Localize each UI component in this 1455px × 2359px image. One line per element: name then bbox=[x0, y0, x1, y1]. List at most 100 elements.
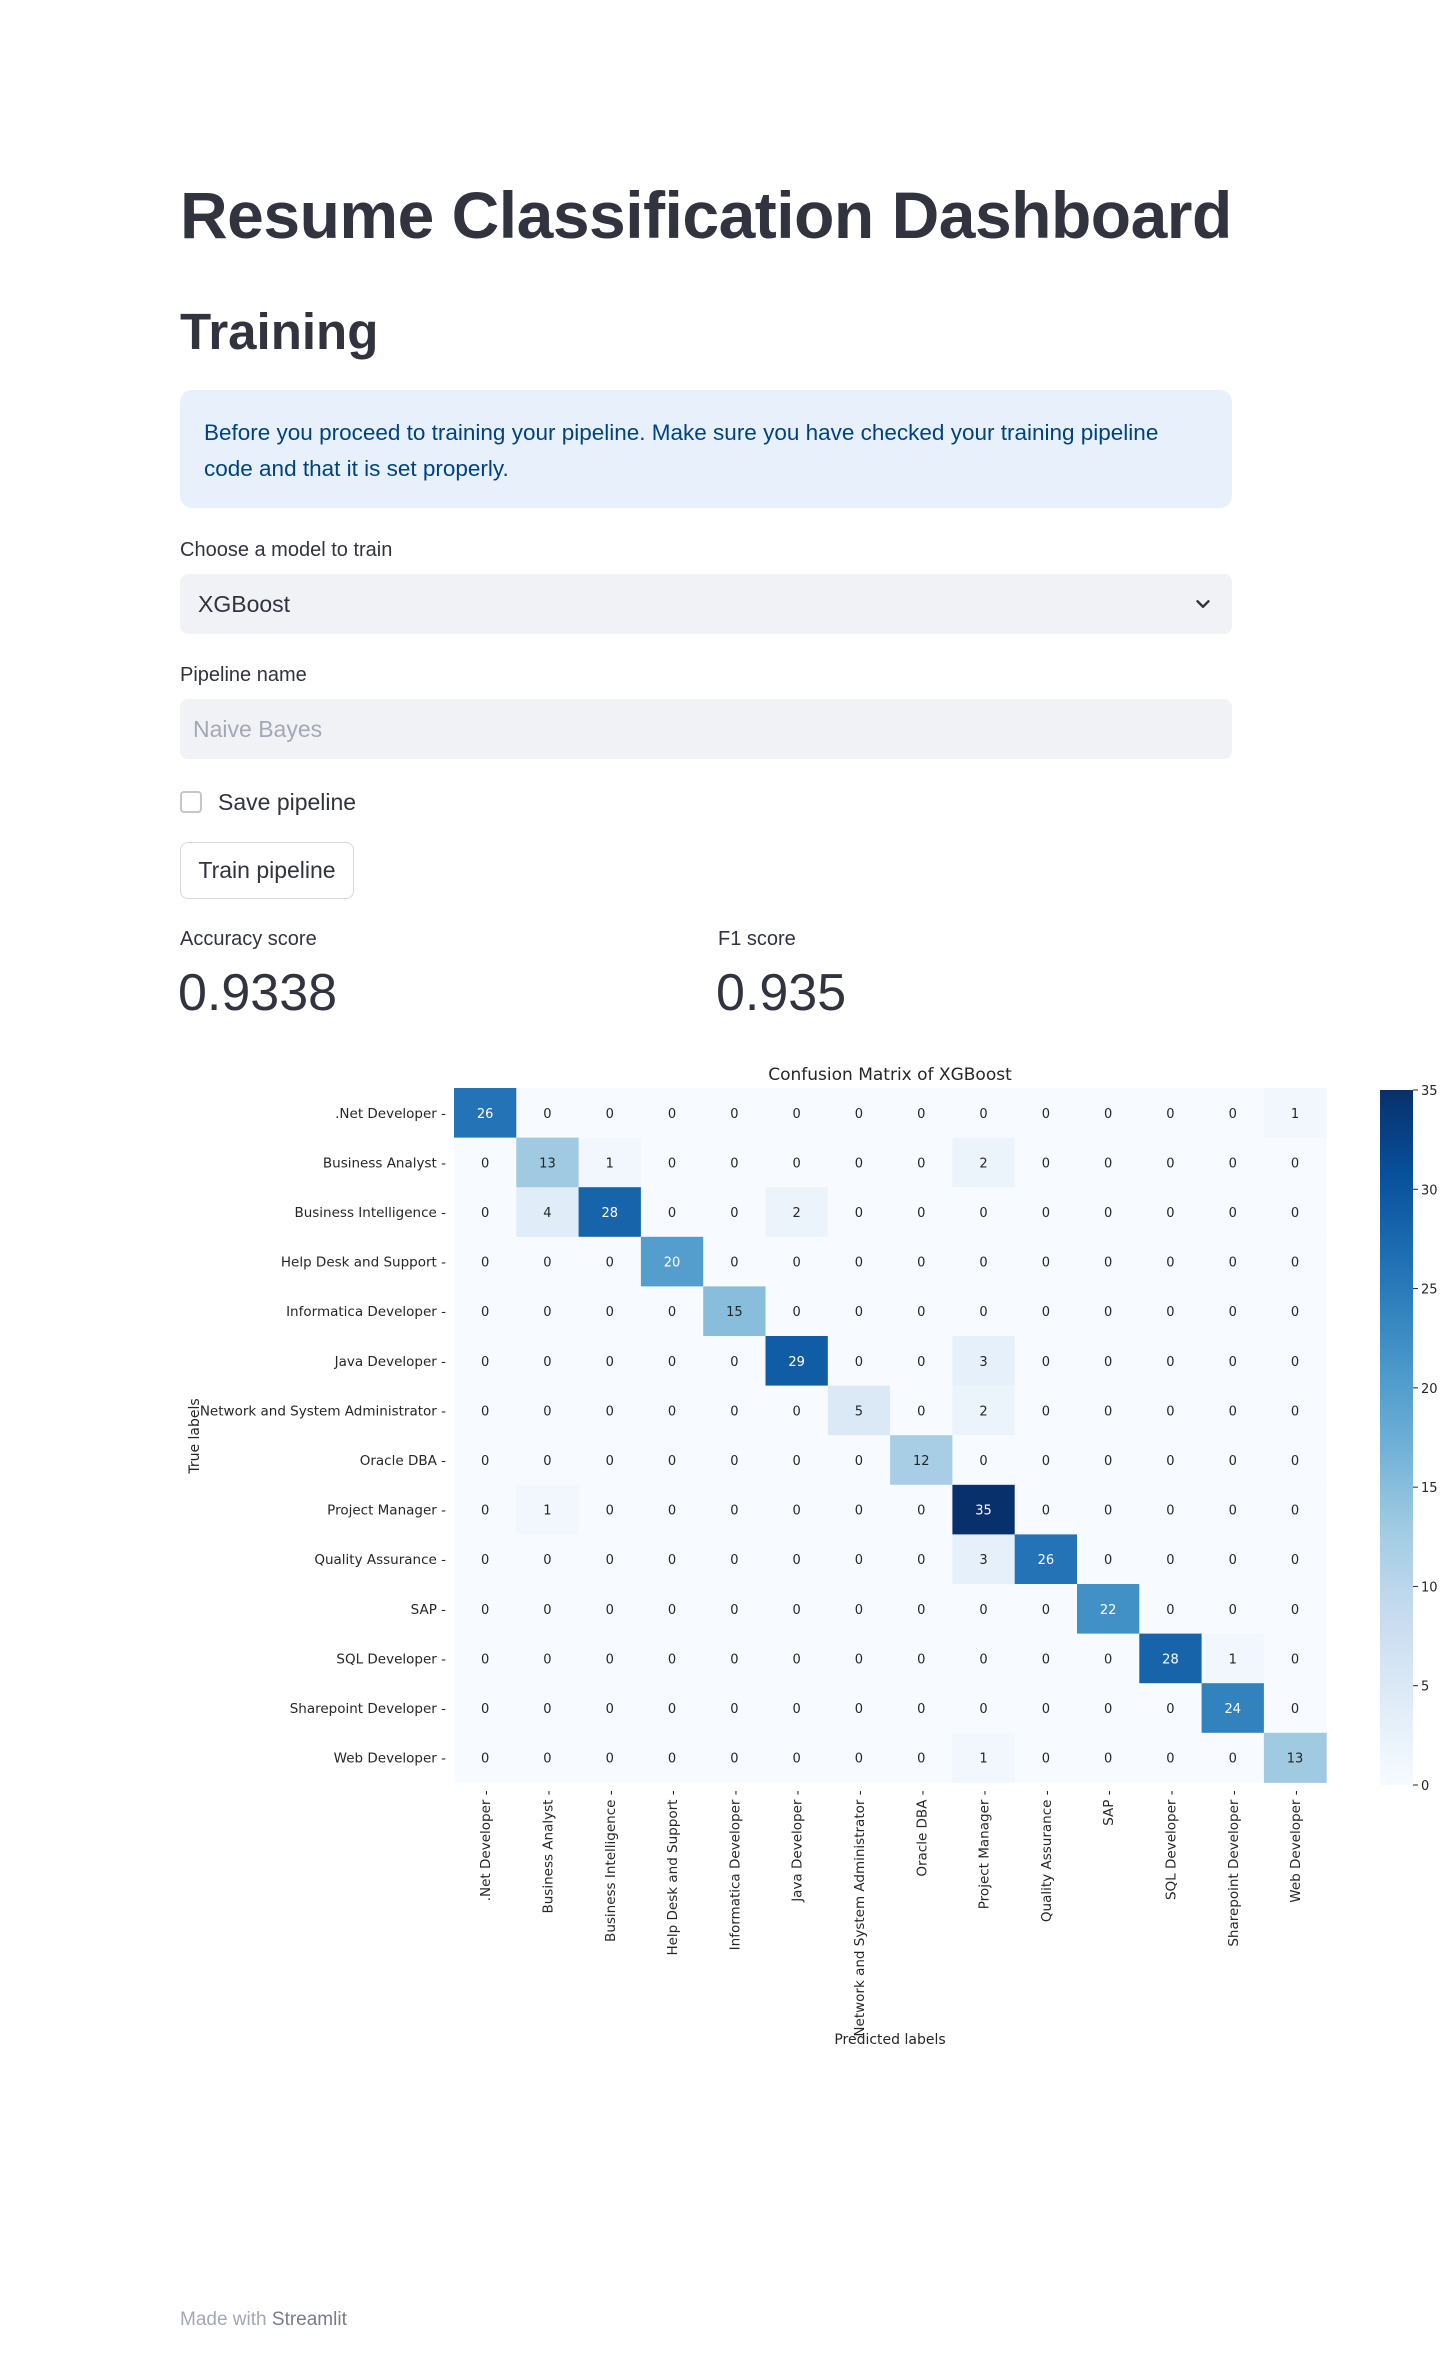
cell-value-label: 0 bbox=[793, 1652, 801, 1667]
cell-value-label: 0 bbox=[855, 1206, 863, 1221]
model-select[interactable]: XGBoost bbox=[180, 574, 1232, 634]
cell-value-label: 0 bbox=[917, 1504, 925, 1519]
cell-value-label: 0 bbox=[543, 1652, 551, 1667]
cell-value-label: 0 bbox=[1291, 1504, 1299, 1519]
cell-value-label: 0 bbox=[1042, 1603, 1050, 1618]
cell-value-label: 0 bbox=[730, 1206, 738, 1221]
cell-value-label: 0 bbox=[730, 1553, 738, 1568]
cell-value-label: 1 bbox=[1291, 1107, 1299, 1122]
x-tick-label: SQL Developer - bbox=[1163, 1790, 1179, 1900]
cell-value-label: 0 bbox=[1229, 1454, 1237, 1469]
cell-value-label: 0 bbox=[1229, 1256, 1237, 1271]
cell-value-label: 0 bbox=[1166, 1553, 1174, 1568]
cell-value-label: 0 bbox=[793, 1702, 801, 1717]
section-heading: Training bbox=[180, 303, 379, 360]
cell-value-label: 0 bbox=[1042, 1206, 1050, 1221]
cell-value-label: 0 bbox=[917, 1603, 925, 1618]
cell-value-label: 0 bbox=[1229, 1603, 1237, 1618]
cell-value-label: 1 bbox=[1229, 1652, 1237, 1667]
cell-value-label: 35 bbox=[975, 1504, 992, 1519]
cell-value-label: 0 bbox=[668, 1603, 676, 1618]
accuracy-value: 0.9338 bbox=[178, 964, 338, 1022]
colorbar-tick-label: 25 bbox=[1421, 1283, 1438, 1298]
info-alert-text: Before you proceed to training your pipe… bbox=[204, 420, 1159, 481]
x-tick-label: Web Developer - bbox=[1288, 1790, 1304, 1902]
cell-value-label: 0 bbox=[481, 1206, 489, 1221]
cell-value-label: 0 bbox=[855, 1305, 863, 1320]
checkbox-box[interactable] bbox=[180, 791, 202, 813]
cell-value-label: 0 bbox=[1104, 1256, 1112, 1271]
cell-value-label: 0 bbox=[1042, 1256, 1050, 1271]
y-tick-label: SQL Developer - bbox=[336, 1651, 446, 1667]
colorbar-tick-label: 0 bbox=[1421, 1779, 1429, 1794]
cell-value-label: 0 bbox=[543, 1553, 551, 1568]
model-select-value: XGBoost bbox=[198, 590, 291, 617]
cell-value-label: 0 bbox=[481, 1305, 489, 1320]
cell-value-label: 0 bbox=[543, 1603, 551, 1618]
cell-value-label: 0 bbox=[543, 1305, 551, 1320]
cell-value-label: 2 bbox=[979, 1404, 987, 1419]
cell-value-label: 0 bbox=[606, 1107, 614, 1122]
train-pipeline-button[interactable]: Train pipeline bbox=[180, 842, 354, 899]
cell-value-label: 0 bbox=[730, 1454, 738, 1469]
cell-value-label: 0 bbox=[917, 1206, 925, 1221]
footer-brand-link[interactable]: Streamlit bbox=[272, 2309, 347, 2330]
cell-value-label: 0 bbox=[668, 1702, 676, 1717]
cell-value-label: 0 bbox=[1166, 1256, 1174, 1271]
x-tick-label: Oracle DBA - bbox=[914, 1790, 930, 1876]
y-tick-label: Java Developer - bbox=[334, 1354, 447, 1370]
x-tick-label: Quality Assurance - bbox=[1039, 1790, 1055, 1922]
cell-value-label: 0 bbox=[543, 1107, 551, 1122]
cell-value-label: 1 bbox=[543, 1504, 551, 1519]
cell-value-label: 0 bbox=[1104, 1355, 1112, 1370]
cell-value-label: 20 bbox=[664, 1256, 681, 1271]
cell-value-label: 0 bbox=[1042, 1504, 1050, 1519]
x-tick-label: Project Manager - bbox=[977, 1790, 993, 1909]
cell-value-label: 0 bbox=[1166, 1404, 1174, 1419]
cell-value-label: 0 bbox=[855, 1156, 863, 1171]
cell-value-label: 0 bbox=[668, 1652, 676, 1667]
y-tick-label: .Net Developer - bbox=[335, 1106, 446, 1122]
save-pipeline-label: Save pipeline bbox=[218, 788, 357, 815]
cell-value-label: 0 bbox=[543, 1256, 551, 1271]
cell-value-label: 0 bbox=[1229, 1504, 1237, 1519]
cell-value-label: 0 bbox=[1042, 1305, 1050, 1320]
y-tick-label: Sharepoint Developer - bbox=[290, 1701, 446, 1717]
colorbar-tick-label: 10 bbox=[1421, 1580, 1438, 1595]
cell-value-label: 0 bbox=[481, 1652, 489, 1667]
cell-value-label: 0 bbox=[481, 1404, 489, 1419]
cell-value-label: 24 bbox=[1224, 1702, 1241, 1717]
cell-value-label: 0 bbox=[668, 1553, 676, 1568]
cell-value-label: 0 bbox=[855, 1553, 863, 1568]
cell-value-label: 0 bbox=[979, 1107, 987, 1122]
cell-value-label: 0 bbox=[606, 1652, 614, 1667]
cell-value-label: 0 bbox=[1291, 1652, 1299, 1667]
cell-value-label: 0 bbox=[793, 1454, 801, 1469]
cell-value-label: 0 bbox=[793, 1156, 801, 1171]
save-pipeline-checkbox[interactable]: Save pipeline bbox=[180, 785, 1232, 819]
cell-value-label: 0 bbox=[917, 1256, 925, 1271]
colorbar-tick-label: 35 bbox=[1421, 1084, 1438, 1099]
cell-value-label: 0 bbox=[855, 1454, 863, 1469]
cell-value-label: 0 bbox=[917, 1752, 925, 1767]
cell-value-label: 0 bbox=[793, 1305, 801, 1320]
cell-value-label: 0 bbox=[1104, 1206, 1112, 1221]
cell-value-label: 0 bbox=[606, 1752, 614, 1767]
cell-value-label: 0 bbox=[855, 1256, 863, 1271]
cell-value-label: 0 bbox=[1104, 1652, 1112, 1667]
pipeline-name-input[interactable]: Naive Bayes bbox=[180, 699, 1232, 759]
cell-value-label: 0 bbox=[917, 1652, 925, 1667]
y-tick-label: Informatica Developer - bbox=[286, 1304, 446, 1320]
cell-value-label: 0 bbox=[481, 1256, 489, 1271]
y-tick-label: Oracle DBA - bbox=[360, 1453, 446, 1469]
cell-value-label: 0 bbox=[1104, 1404, 1112, 1419]
cell-value-label: 0 bbox=[1166, 1206, 1174, 1221]
cell-value-label: 0 bbox=[793, 1504, 801, 1519]
footer: Made with Streamlit bbox=[180, 2309, 347, 2331]
cell-value-label: 22 bbox=[1100, 1603, 1117, 1618]
cell-value-label: 0 bbox=[668, 1404, 676, 1419]
cell-value-label: 0 bbox=[979, 1256, 987, 1271]
cell-value-label: 0 bbox=[668, 1107, 676, 1122]
cell-value-label: 0 bbox=[481, 1454, 489, 1469]
cell-value-label: 0 bbox=[1229, 1553, 1237, 1568]
